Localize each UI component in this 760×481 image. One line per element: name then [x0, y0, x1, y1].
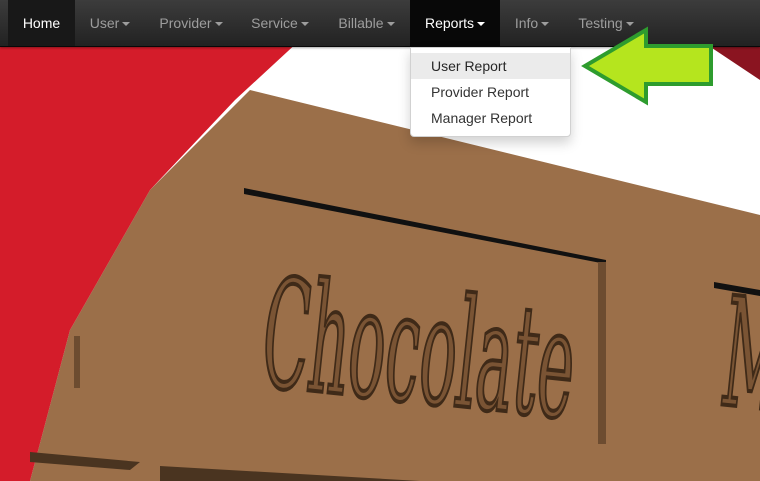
menu-item-provider-report[interactable]: Provider Report [411, 79, 570, 105]
nav-info-dropdown[interactable]: Info [500, 0, 564, 46]
nav-user-label: User [89, 15, 120, 31]
nav-reports-dropdown[interactable]: Reports [410, 0, 500, 46]
caret-down-icon [214, 22, 223, 26]
annotation-arrow-graphic [581, 26, 713, 106]
caret-down-icon [477, 22, 486, 26]
menu-item-manager-report[interactable]: Manager Report [411, 105, 570, 131]
nav-billable-label: Billable [338, 15, 384, 31]
nav-billable-dropdown[interactable]: Billable [323, 0, 410, 46]
nav-provider-label: Provider [159, 15, 212, 31]
caret-down-icon [122, 22, 131, 26]
nav-reports-label: Reports [424, 15, 475, 31]
nav-service-dropdown[interactable]: Service [237, 0, 323, 46]
caret-down-icon [541, 22, 550, 26]
caret-down-icon [300, 22, 309, 26]
embossed-chocolate-text: Chocolate [254, 247, 584, 454]
nav-info-label: Info [514, 15, 539, 31]
reports-dropdown-menu: User Report Provider Report Manager Repo… [410, 47, 571, 137]
left-arrow-icon [580, 26, 716, 106]
nav-provider-dropdown[interactable]: Provider [145, 0, 237, 46]
caret-down-icon [386, 22, 395, 26]
menu-item-user-report[interactable]: User Report [411, 53, 570, 79]
nav-user-dropdown[interactable]: User [75, 0, 145, 46]
nav-home-label: Home [22, 15, 61, 31]
nav-home[interactable]: Home [8, 0, 75, 46]
nav-service-label: Service [251, 15, 298, 31]
